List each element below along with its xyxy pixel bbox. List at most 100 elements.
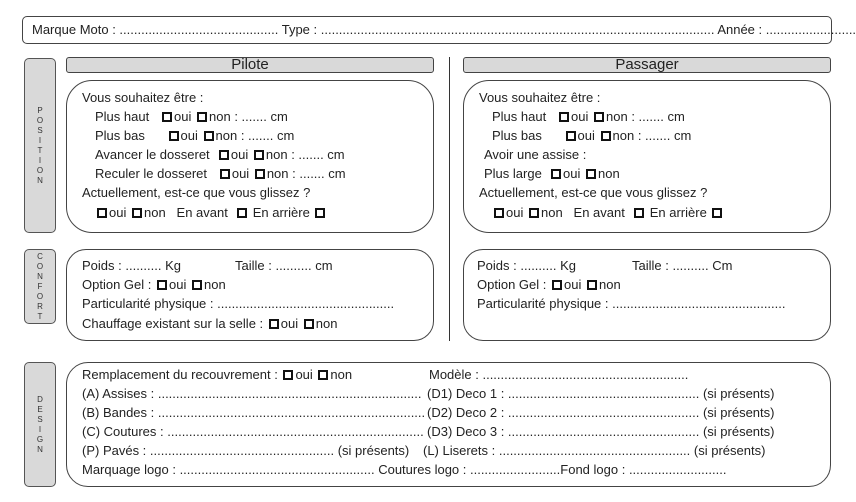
checkbox[interactable]	[559, 112, 570, 122]
passager-gel: Option Gel : oui non	[477, 275, 621, 294]
label: non : ....... cm	[612, 128, 692, 143]
label: non : ....... cm	[215, 128, 295, 143]
checkbox[interactable]	[253, 150, 264, 160]
pilote-intro: Vous souhaitez être :	[82, 90, 204, 105]
checkbox[interactable]	[219, 169, 230, 179]
header-box: Marque Moto : ..........................…	[22, 16, 856, 44]
pilote-reculer: Reculer le dosseret oui non : ....... cm	[95, 164, 346, 183]
design-deco1[interactable]: (D1) Deco 1 : ..........................…	[427, 384, 774, 403]
checkbox[interactable]	[303, 319, 314, 329]
label: oui	[109, 205, 127, 220]
design-logo[interactable]: Marquage logo : ........................…	[82, 460, 726, 479]
checkbox[interactable]	[551, 169, 562, 179]
label: En avant	[176, 205, 228, 220]
pilote-poids[interactable]: Poids : .......... Kg	[82, 256, 181, 275]
checkbox[interactable]	[565, 131, 576, 141]
checkbox[interactable]	[203, 131, 214, 141]
label: oui	[564, 277, 582, 292]
label: Chauffage existant sur la selle :	[82, 316, 264, 331]
checkbox[interactable]	[157, 280, 167, 290]
design-remplacement: Remplacement du recouvrement : oui non	[82, 365, 352, 384]
checkbox[interactable]	[168, 131, 179, 141]
checkbox[interactable]	[600, 131, 611, 141]
checkbox[interactable]	[528, 208, 539, 218]
label: oui	[174, 109, 192, 124]
design-deco2[interactable]: (D2) Deco 2 : ..........................…	[427, 403, 774, 422]
passager-plus-bas: Plus bas oui non : ....... cm	[492, 126, 691, 145]
label: Plus large	[484, 166, 542, 181]
label: oui	[563, 166, 581, 181]
tab-design: DESIGN	[24, 362, 56, 487]
label: non : ....... cm	[266, 166, 346, 181]
checkbox[interactable]	[162, 112, 173, 122]
label: oui	[577, 128, 595, 143]
label: Option Gel :	[477, 277, 547, 292]
passager-assise: Avoir une assise :	[484, 147, 587, 162]
checkbox[interactable]	[97, 208, 107, 218]
design-bandes[interactable]: (B) Bandes : ...........................…	[82, 403, 425, 422]
checkbox[interactable]	[634, 208, 645, 218]
passager-glisse: Actuellement, est-ce que vous glissez ?	[479, 185, 708, 200]
checkbox[interactable]	[494, 208, 504, 218]
label: Reculer le dosseret	[95, 166, 207, 181]
pilote-particularite[interactable]: Particularité physique : ...............…	[82, 294, 394, 313]
label: oui	[231, 166, 250, 181]
label: oui	[180, 128, 198, 143]
tab-position: POSITION	[24, 58, 56, 233]
label: oui	[280, 316, 299, 331]
label: non	[598, 166, 620, 181]
checkbox[interactable]	[318, 370, 329, 380]
pilote-taille[interactable]: Taille : .......... cm	[235, 256, 333, 275]
pilote-confort-box: Poids : .......... Kg Taille : .........…	[66, 249, 434, 341]
header-fields[interactable]: Marque Moto : ..........................…	[32, 20, 856, 39]
label: non	[203, 277, 226, 292]
checkbox[interactable]	[131, 208, 142, 218]
passager-plus-large: Plus large oui non	[484, 164, 620, 183]
divider	[449, 57, 450, 341]
label: non	[540, 205, 563, 220]
passager-taille[interactable]: Taille : .......... Cm	[632, 256, 732, 275]
label: oui	[506, 205, 524, 220]
pilote-glisse-options: oui non En avant En arrière	[95, 203, 327, 222]
checkbox[interactable]	[586, 280, 597, 290]
design-modele[interactable]: Modèle : ...............................…	[429, 365, 688, 384]
label: Avancer le dosseret	[95, 147, 210, 162]
design-assises[interactable]: (A) Assises : ..........................…	[82, 384, 422, 403]
passager-intro: Vous souhaitez être :	[479, 90, 601, 105]
checkbox[interactable]	[197, 112, 208, 122]
design-paves[interactable]: (P) Pavés : ............................…	[82, 441, 409, 460]
checkbox[interactable]	[237, 208, 248, 218]
checkbox[interactable]	[191, 280, 202, 290]
pilote-plus-bas: Plus bas oui non : ....... cm	[95, 126, 294, 145]
pilote-avancer: Avancer le dosseret oui non : ....... cm	[95, 145, 345, 164]
label: oui	[230, 147, 249, 162]
checkbox[interactable]	[594, 112, 605, 122]
label: Option Gel :	[82, 277, 152, 292]
pilote-title: Pilote	[66, 57, 434, 73]
label: Plus haut	[95, 109, 150, 124]
checkbox[interactable]	[315, 208, 326, 218]
checkbox[interactable]	[268, 319, 279, 329]
label: non	[315, 316, 338, 331]
label: non : ....... cm	[209, 109, 288, 124]
label: oui	[571, 109, 589, 124]
checkbox[interactable]	[552, 280, 562, 290]
label: oui	[295, 367, 313, 382]
design-liserets[interactable]: (L) Liserets : .........................…	[423, 441, 765, 460]
checkbox[interactable]	[254, 169, 265, 179]
passager-particularite[interactable]: Particularité physique : ...............…	[477, 294, 786, 313]
checkbox[interactable]	[283, 370, 294, 380]
design-box: Remplacement du recouvrement : oui non M…	[66, 362, 831, 487]
pilote-plus-haut: Plus haut oui non : ....... cm	[95, 107, 288, 126]
design-coutures[interactable]: (C) Coutures : .........................…	[82, 422, 424, 441]
label: oui	[169, 277, 187, 292]
label: Remplacement du recouvrement :	[82, 367, 278, 382]
label: Plus haut	[492, 109, 547, 124]
design-deco3[interactable]: (D3) Deco 3 : ..........................…	[427, 422, 774, 441]
checkbox[interactable]	[586, 169, 597, 179]
checkbox[interactable]	[218, 150, 229, 160]
checkbox[interactable]	[712, 208, 723, 218]
pilote-glisse: Actuellement, est-ce que vous glissez ?	[82, 185, 311, 200]
passager-poids[interactable]: Poids : .......... Kg	[477, 256, 576, 275]
passager-glisse-options: oui non En avant En arrière	[492, 203, 724, 222]
